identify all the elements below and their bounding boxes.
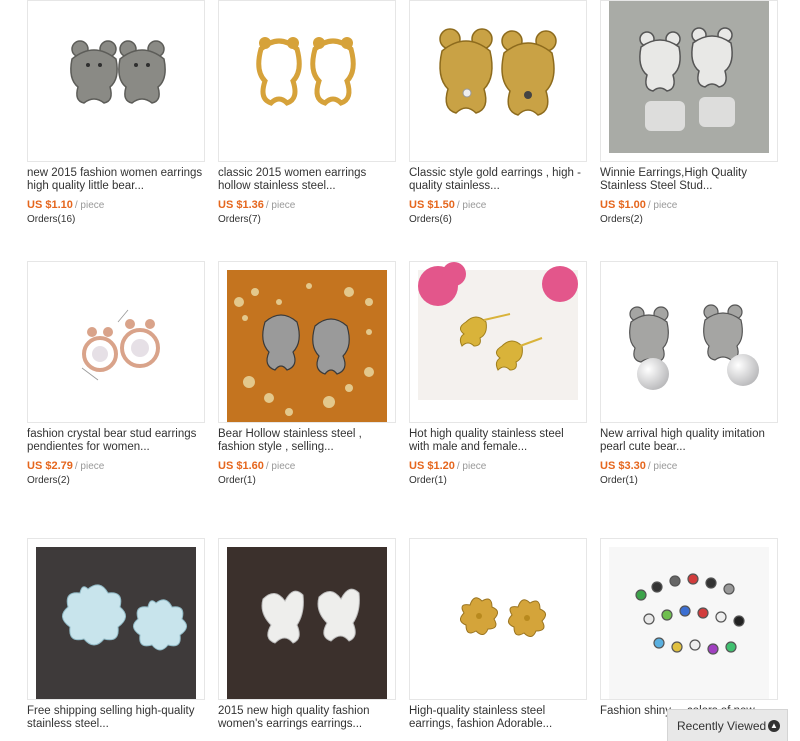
product-title[interactable]: Bear Hollow stainless steel , fashion st…	[218, 428, 396, 454]
recently-viewed-button[interactable]: Recently Viewed ▲	[667, 709, 788, 741]
product-image[interactable]	[218, 0, 396, 162]
product-title[interactable]: Classic style gold earrings , high - qua…	[409, 167, 587, 193]
price-row: US $1.36/ piece	[218, 199, 396, 212]
product-title[interactable]: Free shipping selling high-quality stain…	[27, 705, 205, 731]
product-price: US $2.79	[27, 460, 73, 472]
bear-earrings-orange-bg-icon	[219, 262, 395, 422]
product-title[interactable]: 2015 new high quality fashion women's ea…	[218, 705, 396, 731]
order-count: Order(1)	[218, 475, 256, 486]
gold-stud-earrings-flowers-icon	[410, 262, 586, 422]
gold-hollow-bear-earrings-icon	[219, 1, 395, 161]
crystal-stud-earrings-set-icon	[601, 539, 777, 699]
product-title[interactable]: new 2015 fashion women earrings high qua…	[27, 167, 205, 193]
product-price: US $1.20	[409, 460, 455, 472]
product-image[interactable]	[600, 538, 778, 700]
product-card[interactable]: classic 2015 women earrings hollow stain…	[218, 0, 396, 226]
price-row: US $1.60/ piece	[218, 460, 396, 473]
product-price: US $1.00	[600, 199, 646, 211]
product-title[interactable]: fashion crystal bear stud earrings pendi…	[27, 428, 205, 454]
product-image[interactable]	[218, 261, 396, 423]
price-unit: / piece	[265, 200, 296, 211]
product-image[interactable]	[27, 0, 205, 162]
product-title[interactable]: classic 2015 women earrings hollow stain…	[218, 167, 396, 193]
order-count: Orders(2)	[600, 214, 643, 225]
product-card[interactable]: Bear Hollow stainless steel , fashion st…	[218, 261, 396, 487]
gold-bear-earrings-icon	[410, 1, 586, 161]
price-unit: / piece	[647, 461, 678, 472]
price-row: US $2.79/ piece	[27, 460, 205, 473]
product-card[interactable]: Hot high quality stainless steel with ma…	[409, 261, 587, 487]
product-price: US $1.36	[218, 199, 264, 211]
price-row: US $1.50/ piece	[409, 199, 587, 212]
price-unit: / piece	[74, 200, 105, 211]
order-count: Orders(2)	[27, 475, 70, 486]
product-price: US $1.50	[409, 199, 455, 211]
product-card[interactable]: High-quality stainless steel earrings, f…	[409, 538, 587, 731]
gold-flower-earrings-icon	[410, 539, 586, 699]
product-card[interactable]: Fashion shiny ... colors of new...	[600, 538, 778, 731]
product-image[interactable]	[218, 538, 396, 700]
price-unit: / piece	[647, 200, 678, 211]
product-title[interactable]: Hot high quality stainless steel with ma…	[409, 428, 587, 454]
product-card[interactable]: 2015 new high quality fashion women's ea…	[218, 538, 396, 731]
product-card[interactable]: Free shipping selling high-quality stain…	[27, 538, 205, 731]
silver-butterfly-earrings-icon	[219, 539, 395, 699]
product-price: US $1.10	[27, 199, 73, 211]
product-price: US $1.60	[218, 460, 264, 472]
price-row: US $3.30/ piece	[600, 460, 778, 473]
order-count: Order(1)	[409, 475, 447, 486]
product-image[interactable]	[409, 538, 587, 700]
product-image[interactable]	[409, 0, 587, 162]
price-unit: / piece	[456, 461, 487, 472]
bear-pearl-earrings-icon	[601, 262, 777, 422]
rose-gold-crystal-earrings-icon	[28, 262, 204, 422]
order-count: Orders(16)	[27, 214, 76, 225]
price-unit: / piece	[265, 461, 296, 472]
silver-bear-earrings-icon	[28, 1, 204, 161]
order-count: Order(1)	[600, 475, 638, 486]
product-image[interactable]	[27, 261, 205, 423]
product-card[interactable]: Winnie Earrings,High Quality Stainless S…	[600, 0, 778, 226]
product-title[interactable]: Winnie Earrings,High Quality Stainless S…	[600, 167, 778, 193]
recently-viewed-label: Recently Viewed	[677, 719, 767, 733]
product-card[interactable]: Classic style gold earrings , high - qua…	[409, 0, 587, 226]
order-count: Orders(7)	[218, 214, 261, 225]
product-card[interactable]: fashion crystal bear stud earrings pendi…	[27, 261, 205, 487]
product-card[interactable]: new 2015 fashion women earrings high qua…	[27, 0, 205, 226]
price-row: US $1.00/ piece	[600, 199, 778, 212]
silver-flower-earrings-icon	[28, 539, 204, 699]
product-grid: new 2015 fashion women earrings high qua…	[0, 0, 800, 741]
product-title[interactable]: High-quality stainless steel earrings, f…	[409, 705, 587, 731]
product-title[interactable]: New arrival high quality imitation pearl…	[600, 428, 778, 454]
product-price: US $3.30	[600, 460, 646, 472]
silver-bear-earrings-grey-icon	[601, 1, 777, 161]
order-count: Orders(6)	[409, 214, 452, 225]
product-card[interactable]: New arrival high quality imitation pearl…	[600, 261, 778, 487]
price-unit: / piece	[74, 461, 105, 472]
product-image[interactable]	[409, 261, 587, 423]
product-image[interactable]	[27, 538, 205, 700]
product-image[interactable]	[600, 0, 778, 162]
price-unit: / piece	[456, 200, 487, 211]
product-image[interactable]	[600, 261, 778, 423]
price-row: US $1.20/ piece	[409, 460, 587, 473]
chevron-up-icon: ▲	[768, 720, 780, 732]
price-row: US $1.10/ piece	[27, 199, 205, 212]
